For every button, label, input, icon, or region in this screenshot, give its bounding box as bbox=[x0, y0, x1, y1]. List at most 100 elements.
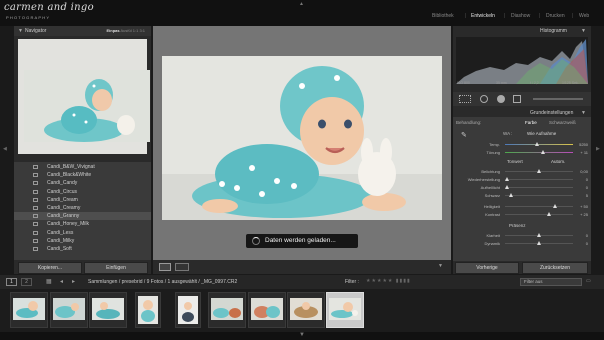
filmstrip-thumbnail[interactable] bbox=[287, 292, 325, 328]
module-entwickeln[interactable]: Entwickeln bbox=[471, 13, 495, 19]
bottom-panel-toggle[interactable]: ▼ bbox=[0, 332, 604, 340]
temp-slider[interactable]: Temp. 5250 bbox=[453, 140, 591, 148]
reset-button[interactable]: Zurücksetzen bbox=[522, 262, 588, 274]
spot-removal-icon[interactable] bbox=[480, 95, 488, 103]
preset-icon bbox=[33, 173, 38, 178]
collapse-right-panel-icon[interactable]: ▶ bbox=[596, 146, 600, 152]
filmstrip-thumbnail[interactable] bbox=[89, 292, 127, 328]
white-balance-picker-icon[interactable]: ✎ bbox=[461, 131, 467, 139]
back-arrow-icon[interactable]: ◂ bbox=[60, 278, 63, 285]
slider-knob[interactable] bbox=[541, 150, 545, 154]
red-eye-icon[interactable] bbox=[497, 95, 505, 103]
preset-item[interactable]: Candi_Honey_Milk bbox=[14, 220, 151, 228]
zoom-fill[interactable]: Ausfül bbox=[121, 28, 132, 33]
preset-item-selected[interactable]: Candi_Granny bbox=[14, 212, 151, 221]
preset-icon bbox=[33, 230, 38, 235]
brightness-slider[interactable]: Helligkeit + 50 bbox=[453, 202, 591, 210]
slider-knob[interactable] bbox=[505, 177, 509, 181]
graduated-filter-icon[interactable] bbox=[513, 95, 521, 103]
thumbnail-image bbox=[211, 298, 243, 320]
filmstrip-thumbnail[interactable] bbox=[50, 292, 88, 328]
exposure-slider[interactable]: Belichtung 0,00 bbox=[453, 167, 591, 175]
collapse-triangle-icon: ▼ bbox=[581, 110, 586, 116]
slider-knob[interactable] bbox=[505, 185, 509, 189]
slider-knob[interactable] bbox=[553, 204, 557, 208]
auto-tone-button[interactable]: Autom. bbox=[551, 159, 565, 164]
vibrance-slider[interactable]: Dynamik 0 bbox=[453, 239, 591, 247]
treatment-bw[interactable]: Schwarzweiß bbox=[549, 120, 576, 125]
slider-knob[interactable] bbox=[535, 142, 539, 146]
histogram-info: ISO 800 35 mm f / 2,2 1/125 Sek. bbox=[456, 81, 588, 88]
treatment-color[interactable]: Farbe bbox=[525, 120, 537, 125]
zoom-1-1[interactable]: 1:1 bbox=[133, 28, 139, 33]
thumbnail-image bbox=[92, 298, 124, 320]
clarity-slider[interactable]: Klarheit 0 bbox=[453, 231, 591, 239]
preset-item[interactable]: Candi_Candy bbox=[14, 179, 151, 187]
preset-item[interactable]: Candi_B&W_Vivignat bbox=[14, 163, 151, 171]
loading-indicator: Daten werden geladen... bbox=[246, 234, 358, 248]
fill-light-slider[interactable]: Aufhelllicht 0 bbox=[453, 183, 591, 191]
preset-item[interactable]: Candi_Less bbox=[14, 229, 151, 237]
collapse-bottom-panel-icon[interactable]: ▼ bbox=[299, 332, 305, 338]
filmstrip-thumbnail[interactable] bbox=[10, 292, 48, 328]
preset-icon bbox=[33, 165, 38, 169]
slider-knob[interactable] bbox=[509, 193, 513, 197]
copy-button[interactable]: Kopieren... bbox=[18, 262, 82, 274]
zoom-3-1[interactable]: 3:1 bbox=[139, 28, 145, 33]
preset-item[interactable]: Candi_Cream bbox=[14, 196, 151, 204]
blacks-slider[interactable]: Schwarz 5 bbox=[453, 191, 591, 199]
filmstrip-thumbnail-selected[interactable] bbox=[326, 292, 364, 328]
wb-dropdown[interactable]: Wie Aufnahme bbox=[527, 131, 556, 136]
preset-item[interactable]: Candi_Soft bbox=[14, 245, 151, 253]
zoom-fit[interactable]: Einpas bbox=[106, 28, 119, 33]
filmstrip-path[interactable]: Sammlungen / presebrid / 9 Fotos / 1 aus… bbox=[88, 279, 237, 285]
basic-header[interactable]: Grundeinstellungen ▼ bbox=[453, 108, 591, 117]
module-separator: | bbox=[465, 13, 467, 19]
slider-knob[interactable] bbox=[547, 212, 551, 216]
module-diashow[interactable]: Diashow bbox=[511, 13, 530, 19]
filmstrip-thumbnail[interactable] bbox=[248, 292, 286, 328]
navigator-preview[interactable] bbox=[18, 39, 150, 154]
before-after-icon[interactable] bbox=[175, 263, 189, 271]
collapse-top-panel-icon[interactable]: ▲ bbox=[299, 1, 304, 7]
grid-view-icon[interactable]: ▦ bbox=[46, 278, 52, 285]
filmstrip-thumbnail[interactable] bbox=[135, 292, 161, 328]
preset-item[interactable]: Candi_Circus bbox=[14, 188, 151, 196]
filmstrip-thumbnail[interactable] bbox=[208, 292, 246, 328]
preset-item[interactable]: Candi_Black&White bbox=[14, 171, 151, 179]
previous-button[interactable]: Vorherige bbox=[455, 262, 519, 274]
histogram-header[interactable]: Histogramm ▼ bbox=[453, 26, 591, 36]
histogram-chart bbox=[456, 37, 588, 84]
center-toolbar: ▼ bbox=[153, 260, 451, 274]
collapse-left-panel-icon[interactable]: ◀ bbox=[3, 146, 7, 152]
recovery-slider[interactable]: Wiederherstellung 0 bbox=[453, 175, 591, 183]
filmstrip bbox=[0, 289, 604, 332]
slider-knob[interactable] bbox=[537, 241, 541, 245]
filmstrip-thumbnail[interactable] bbox=[175, 292, 201, 328]
crop-tool-icon[interactable] bbox=[459, 95, 471, 103]
forward-arrow-icon[interactable]: ▸ bbox=[72, 278, 75, 285]
preset-item[interactable]: Candi_Milky bbox=[14, 237, 151, 245]
module-web[interactable]: Web bbox=[579, 13, 589, 19]
module-drucken[interactable]: Drucken bbox=[546, 13, 565, 19]
slider-knob[interactable] bbox=[537, 169, 541, 173]
navigator-header[interactable]: ▼ Navigator Einpas Ausfül 1:1 3:1 bbox=[14, 26, 151, 36]
loupe-view-icon[interactable] bbox=[159, 263, 171, 271]
filmstrip-bar: 1 2 ▦ ◂ ▸ Sammlungen / presebrid / 9 Fot… bbox=[0, 275, 604, 289]
contrast-slider[interactable]: Kontrast + 25 bbox=[453, 210, 591, 218]
thumbnail-image bbox=[13, 298, 45, 320]
preset-item[interactable]: Candi_Creamy bbox=[14, 204, 151, 212]
second-monitor-button[interactable]: 2 bbox=[21, 278, 32, 286]
filter-dropdown[interactable]: Filter aus bbox=[520, 278, 582, 286]
module-bibliothek[interactable]: Bibliothek bbox=[432, 13, 454, 19]
toolbar-menu-icon[interactable]: ▼ bbox=[438, 263, 443, 269]
slider-knob[interactable] bbox=[537, 233, 541, 237]
tint-slider[interactable]: Tönung + 11 bbox=[453, 148, 591, 156]
main-monitor-button[interactable]: 1 bbox=[6, 278, 17, 286]
presets-header bbox=[14, 154, 151, 160]
filter-lock-icon[interactable]: ▭ bbox=[586, 278, 591, 284]
rating-filter-icon[interactable]: ★★★★★ ▮▮▮▮ bbox=[366, 278, 411, 284]
main-photo[interactable] bbox=[162, 56, 442, 220]
adjustment-brush-icon[interactable] bbox=[533, 98, 583, 100]
paste-button[interactable]: Einfügen bbox=[84, 262, 148, 274]
